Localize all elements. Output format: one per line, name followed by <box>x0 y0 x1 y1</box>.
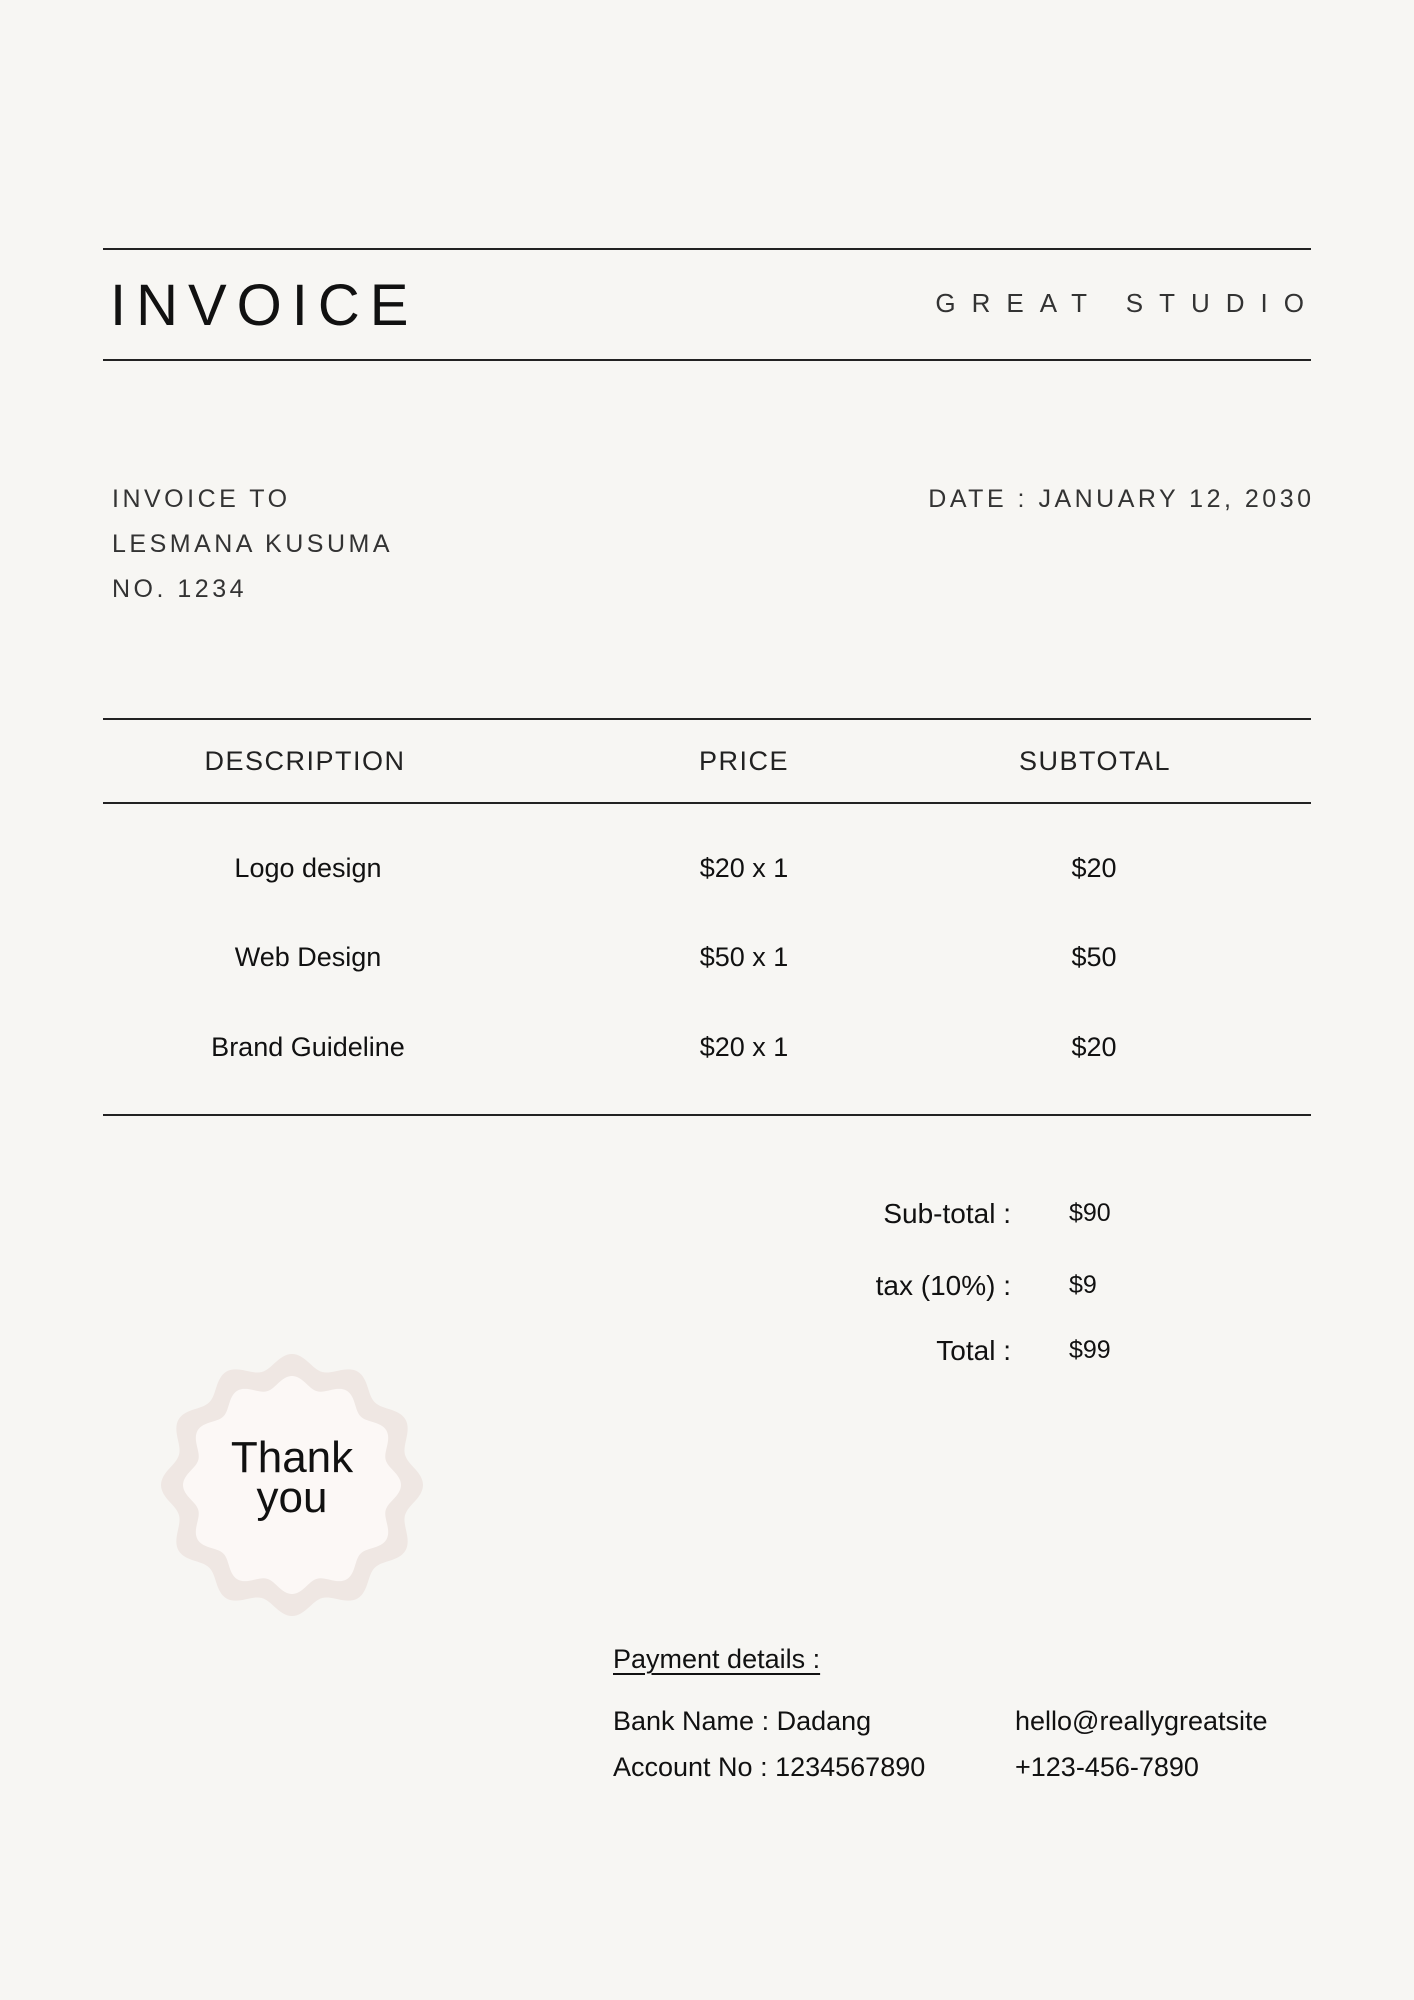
invoice-date: DATE : JANUARY 12, 2030 <box>928 485 1315 513</box>
tax-label: tax (10%) : <box>875 1270 1011 1301</box>
table-header-rule <box>103 802 1311 804</box>
table-top-rule <box>103 718 1311 720</box>
row-description: Brand Guideline <box>211 1032 405 1062</box>
column-header-price: PRICE <box>698 746 790 776</box>
total-value: $99 <box>1069 1336 1111 1364</box>
header-bottom-rule <box>103 359 1311 361</box>
row-subtotal: $50 <box>1071 942 1117 972</box>
invoice-page: INVOICE GREAT STUDIO INVOICE TO LESMANA … <box>0 0 1414 2000</box>
total-label: Total : <box>936 1335 1011 1366</box>
thank-you-line-2: you <box>256 1473 328 1522</box>
row-price: $50 x 1 <box>699 942 789 972</box>
table-bottom-rule <box>103 1114 1311 1116</box>
row-subtotal: $20 <box>1071 1032 1117 1062</box>
thank-you-seal: Thank you <box>157 1350 427 1620</box>
invoice-number: NO. 1234 <box>112 575 248 603</box>
bank-name: Bank Name : Dadang <box>613 1706 872 1736</box>
subtotal-label: Sub-total : <box>883 1198 1011 1229</box>
column-header-description: DESCRIPTION <box>204 746 406 776</box>
row-description: Web Design <box>234 942 382 972</box>
tax-value: $9 <box>1069 1271 1097 1299</box>
row-price: $20 x 1 <box>699 853 789 883</box>
thank-you-line-1: Thank <box>230 1433 354 1482</box>
account-number: Account No : 1234567890 <box>613 1752 926 1782</box>
contact-email: hello@reallygreatsite <box>1015 1706 1268 1736</box>
row-subtotal: $20 <box>1071 853 1117 883</box>
header-top-rule <box>103 248 1311 250</box>
invoice-to-label: INVOICE TO <box>112 485 291 513</box>
studio-name: GREAT STUDIO <box>935 288 1320 318</box>
subtotal-value: $90 <box>1069 1199 1111 1227</box>
invoice-title: INVOICE <box>110 273 419 338</box>
row-price: $20 x 1 <box>699 1032 789 1062</box>
client-name: LESMANA KUSUMA <box>112 530 394 558</box>
row-description: Logo design <box>234 853 382 883</box>
column-header-subtotal: SUBTOTAL <box>1018 746 1172 776</box>
thank-you-text: Thank you <box>157 1433 427 1522</box>
contact-phone: +123-456-7890 <box>1015 1752 1199 1782</box>
payment-details-title: Payment details : <box>613 1644 821 1674</box>
